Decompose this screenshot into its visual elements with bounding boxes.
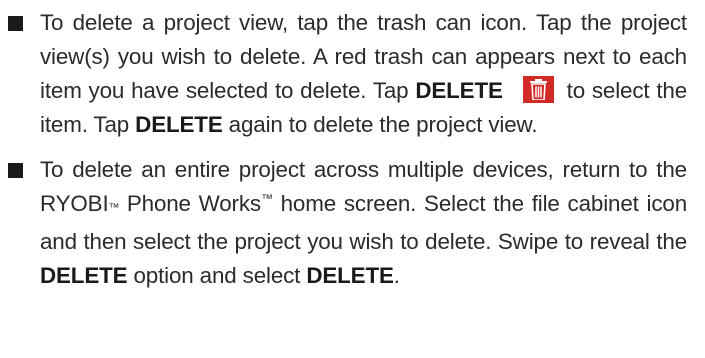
delete-keyword: DELETE <box>306 263 394 288</box>
trademark-symbol: ™ <box>108 202 120 214</box>
list-item-delete-project-view: To delete a project view, tap the trash … <box>4 6 687 142</box>
delete-keyword: DELETE <box>415 78 503 103</box>
list-item-delete-entire-project: To delete an entire project across multi… <box>4 153 687 293</box>
bullet-square-icon <box>8 16 23 31</box>
item-text: option and select <box>127 263 307 288</box>
trash-can-icon <box>522 76 554 103</box>
item-text: again to delete the project view. <box>222 112 538 137</box>
item-text: . <box>393 263 400 288</box>
item-text: Phone Works <box>119 191 261 216</box>
delete-keyword: DELETE <box>135 112 223 137</box>
trademark-symbol: ™ <box>260 191 273 206</box>
instruction-document: To delete a project view, tap the trash … <box>0 0 705 358</box>
delete-keyword: DELETE <box>40 263 128 288</box>
bullet-square-icon <box>8 163 23 178</box>
